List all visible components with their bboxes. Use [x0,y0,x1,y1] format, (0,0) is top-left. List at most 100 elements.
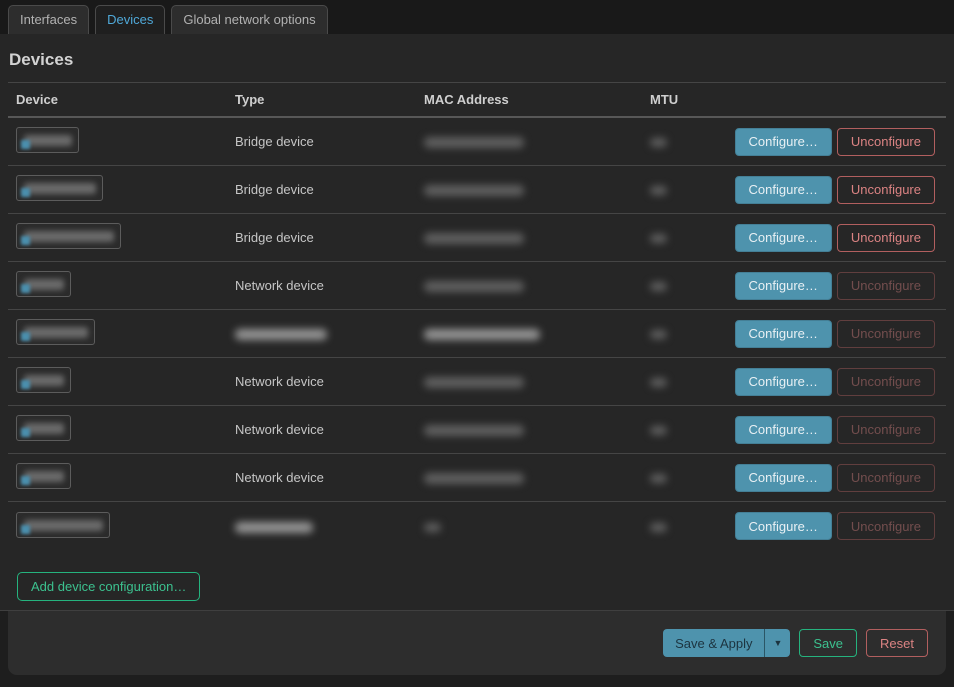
table-row: Network device Configure… Unconfigure [8,358,946,406]
content-panel: Devices Device Type MAC Address MTU Brid… [0,34,954,610]
device-cell [8,415,227,444]
type-cell [227,519,416,534]
redacted-mac [424,185,524,196]
configure-button[interactable]: Configure… [735,224,832,252]
mac-cell [416,422,642,437]
save-button[interactable]: Save [799,629,857,657]
table-row: Bridge device Configure… Unconfigure [8,118,946,166]
reset-button[interactable]: Reset [866,629,928,657]
type-cell [227,326,416,341]
type-cell: Network device [227,422,416,437]
save-apply-dropdown[interactable]: ▼ [765,629,790,657]
type-cell: Bridge device [227,134,416,149]
actions-cell: Configure… Unconfigure [726,128,946,156]
type-cell: Bridge device [227,230,416,245]
redacted-device-name [24,279,64,290]
configure-button[interactable]: Configure… [735,128,832,156]
device-cell [8,223,227,252]
redacted-type [235,522,313,533]
type-cell: Network device [227,470,416,485]
header-device: Device [8,92,227,107]
tab-global-network-options[interactable]: Global network options [171,5,327,34]
device-badge [16,223,121,249]
tab-devices[interactable]: Devices [95,5,165,34]
mtu-cell [642,278,726,293]
configure-button[interactable]: Configure… [735,512,832,540]
unconfigure-button[interactable]: Unconfigure [837,176,935,204]
actions-cell: Configure… Unconfigure [726,512,946,540]
type-cell: Network device [227,278,416,293]
mac-cell [416,519,642,534]
header-mtu: MTU [642,92,726,107]
redacted-mac [424,281,524,292]
actions-cell: Configure… Unconfigure [726,368,946,396]
configure-button[interactable]: Configure… [735,368,832,396]
device-cell [8,367,227,396]
configure-button[interactable]: Configure… [735,464,832,492]
unconfigure-button: Unconfigure [837,320,935,348]
redacted-mac [424,425,524,436]
redacted-mtu [650,378,667,387]
unconfigure-button: Unconfigure [837,368,935,396]
redacted-type [235,329,327,340]
device-badge [16,367,71,393]
actions-cell: Configure… Unconfigure [726,320,946,348]
redacted-mtu [650,282,667,291]
port-status-icon [21,525,30,534]
table-row: Bridge device Configure… Unconfigure [8,166,946,214]
add-device-configuration-button[interactable]: Add device configuration… [17,572,200,601]
device-cell [8,463,227,492]
unconfigure-button: Unconfigure [837,416,935,444]
table-row: Bridge device Configure… Unconfigure [8,214,946,262]
redacted-mtu [650,186,667,195]
redacted-device-name [24,231,114,242]
device-badge [16,175,103,201]
configure-button[interactable]: Configure… [735,416,832,444]
table-row: Network device Configure… Unconfigure [8,454,946,502]
port-status-icon [21,284,30,293]
redacted-mtu [650,234,667,243]
port-status-icon [21,140,30,149]
mac-cell [416,374,642,389]
type-cell: Network device [227,374,416,389]
save-apply-button[interactable]: Save & Apply [663,629,764,657]
redacted-device-name [24,135,72,146]
redacted-device-name [24,183,96,194]
device-badge [16,127,79,153]
unconfigure-button[interactable]: Unconfigure [837,224,935,252]
redacted-mac [424,137,524,148]
mac-cell [416,134,642,149]
save-apply-split-button: Save & Apply ▼ [663,629,790,657]
header-mac-address: MAC Address [416,92,642,107]
mac-cell [416,326,642,341]
redacted-mtu [650,474,667,483]
redacted-device-name [24,375,64,386]
port-status-icon [21,476,30,485]
page-title: Devices [9,50,946,70]
mac-cell [416,182,642,197]
mac-cell [416,278,642,293]
configure-button[interactable]: Configure… [735,320,832,348]
mtu-cell [642,326,726,341]
configure-button[interactable]: Configure… [735,176,832,204]
mtu-cell [642,134,726,149]
port-status-icon [21,188,30,197]
configure-button[interactable]: Configure… [735,272,832,300]
unconfigure-button[interactable]: Unconfigure [837,128,935,156]
unconfigure-button: Unconfigure [837,512,935,540]
device-badge [16,319,95,345]
redacted-mtu [650,426,667,435]
port-status-icon [21,428,30,437]
table-row: Network device Configure… Unconfigure [8,262,946,310]
port-status-icon [21,332,30,341]
actions-cell: Configure… Unconfigure [726,272,946,300]
redacted-mac [424,329,540,340]
redacted-mtu [650,138,667,147]
device-cell [8,512,227,541]
actions-cell: Configure… Unconfigure [726,224,946,252]
actions-cell: Configure… Unconfigure [726,464,946,492]
device-cell [8,271,227,300]
tab-bar: Interfaces Devices Global network option… [0,0,954,34]
device-badge [16,271,71,297]
tab-interfaces[interactable]: Interfaces [8,5,89,34]
